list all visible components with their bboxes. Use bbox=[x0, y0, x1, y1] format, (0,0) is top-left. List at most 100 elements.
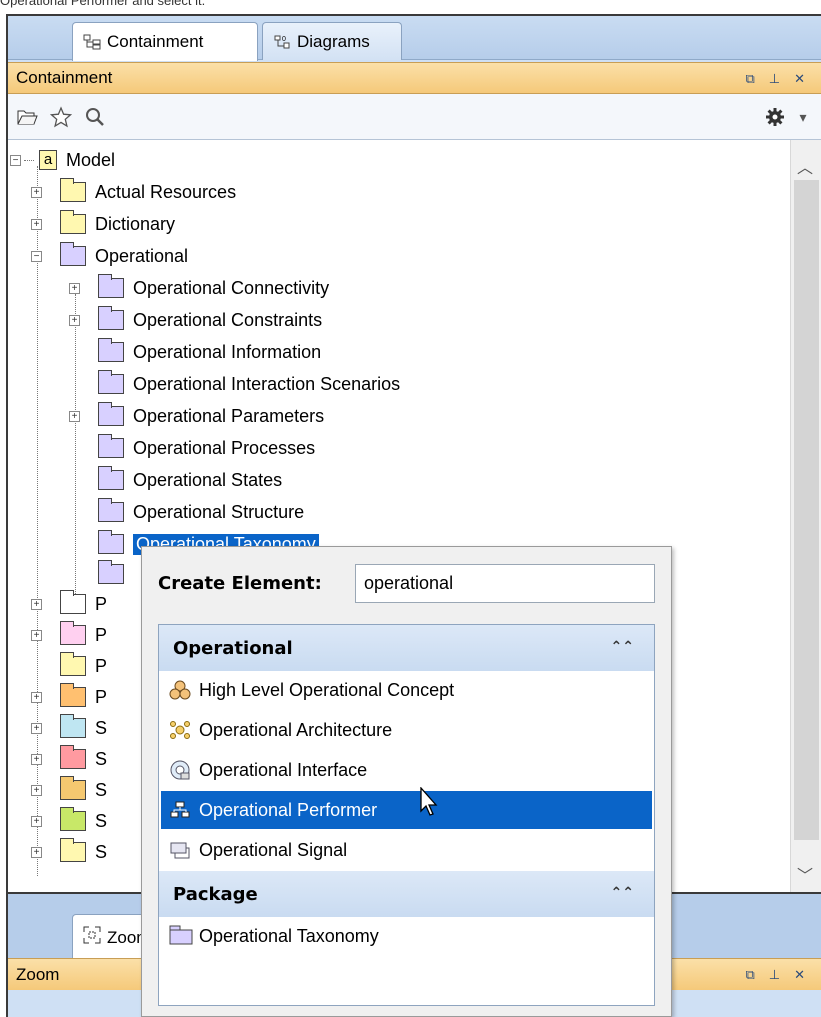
tree-row-dictionary[interactable]: + Dictionary bbox=[31, 210, 175, 238]
expand-toggle[interactable]: + bbox=[31, 186, 42, 198]
tree-row-operational[interactable]: − Operational bbox=[31, 242, 188, 270]
architecture-icon bbox=[169, 719, 191, 741]
expand-toggle[interactable]: + bbox=[69, 410, 80, 422]
expand-toggle[interactable]: + bbox=[31, 753, 42, 765]
package-icon bbox=[60, 178, 86, 202]
tree-row[interactable]: + P bbox=[31, 683, 107, 711]
pin-icon[interactable]: ⊥ bbox=[769, 967, 780, 983]
list-item-operational-signal[interactable]: Operational Signal bbox=[161, 831, 652, 869]
package-icon bbox=[60, 242, 86, 266]
tree-row-model[interactable]: − a Model bbox=[10, 146, 115, 174]
tree-row-operational-constraints[interactable]: + Operational Constraints bbox=[69, 306, 322, 334]
search-icon[interactable] bbox=[82, 104, 108, 130]
scroll-down-icon[interactable]: ﹀ bbox=[797, 862, 813, 886]
tree-row-operational-structure[interactable]: Operational Structure bbox=[98, 498, 304, 526]
group-package[interactable]: Package ⌃⌃ bbox=[159, 871, 654, 917]
tree-row[interactable]: + S bbox=[31, 838, 107, 866]
pin-icon[interactable]: ⊥ bbox=[769, 71, 780, 87]
tree-row-label: Actual Resources bbox=[95, 181, 237, 202]
expand-toggle[interactable]: + bbox=[31, 784, 42, 796]
expand-toggle[interactable]: + bbox=[31, 218, 42, 230]
performer-icon bbox=[169, 799, 191, 821]
expand-toggle[interactable]: + bbox=[31, 629, 42, 641]
restore-icon[interactable]: ⧉ bbox=[745, 967, 754, 983]
tree-connector bbox=[75, 294, 76, 614]
package-icon bbox=[98, 498, 124, 522]
package-icon bbox=[60, 210, 86, 234]
tree-scrollbar[interactable]: ︿ ﹀ bbox=[790, 140, 821, 892]
tree-row-label: P bbox=[95, 686, 108, 707]
list-item-operational-taxonomy[interactable]: Operational Taxonomy bbox=[161, 917, 652, 955]
tree-row-operational-information[interactable]: Operational Information bbox=[98, 338, 321, 366]
collapse-group-icon[interactable]: ⌃⌃ bbox=[611, 639, 634, 655]
model-icon: a bbox=[39, 150, 57, 170]
panel-title-text: Containment bbox=[16, 68, 113, 87]
tree-row-label: P bbox=[95, 624, 108, 645]
list-item-label: Operational Signal bbox=[199, 839, 348, 860]
expand-toggle[interactable]: + bbox=[31, 815, 42, 827]
tree-row-operational-connectivity[interactable]: + Operational Connectivity bbox=[69, 274, 329, 302]
create-element-popup: Create Element: Operational ⌃⌃ High Leve… bbox=[141, 546, 672, 1017]
tree-row-label: S bbox=[95, 717, 108, 738]
package-icon bbox=[60, 621, 86, 645]
tree-row[interactable]: + P bbox=[31, 590, 107, 618]
restore-icon[interactable]: ⧉ bbox=[745, 71, 754, 87]
tree-row-operational-states[interactable]: Operational States bbox=[98, 466, 282, 494]
containment-panel-title: Containment ⧉ ⊥ ✕ bbox=[8, 62, 821, 94]
package-icon bbox=[60, 652, 86, 676]
tree-row-actual-resources[interactable]: + Actual Resources bbox=[31, 178, 236, 206]
tree-row-operational-interaction-scenarios[interactable]: Operational Interaction Scenarios bbox=[98, 370, 400, 398]
expand-toggle[interactable]: + bbox=[31, 846, 42, 858]
expand-toggle[interactable]: + bbox=[31, 691, 42, 703]
list-item-operational-performer[interactable]: Operational Performer bbox=[161, 791, 652, 829]
gear-icon[interactable] bbox=[762, 104, 788, 130]
concept-icon bbox=[169, 679, 191, 701]
expand-toggle[interactable]: + bbox=[31, 598, 42, 610]
tree-row[interactable]: + S bbox=[31, 714, 107, 742]
close-icon[interactable]: ✕ bbox=[794, 967, 805, 983]
list-item-high-level-operational-concept[interactable]: High Level Operational Concept bbox=[161, 671, 652, 709]
tree-row-label: Operational Processes bbox=[133, 437, 316, 458]
expand-toggle[interactable]: + bbox=[69, 282, 80, 294]
tree-row-operational-parameters[interactable]: + Operational Parameters bbox=[69, 402, 324, 430]
zoom-title-text: Zoom bbox=[16, 964, 60, 984]
tree-row-new-package[interactable] bbox=[98, 560, 133, 588]
tab-containment[interactable]: Containment bbox=[72, 22, 258, 61]
tab-diagrams-label: Diagrams bbox=[297, 31, 370, 51]
tree-row-label: Operational Interaction Scenarios bbox=[133, 373, 401, 394]
collapse-group-icon[interactable]: ⌃⌃ bbox=[611, 885, 634, 901]
expand-toggle[interactable]: + bbox=[69, 314, 80, 326]
scroll-thumb[interactable] bbox=[794, 180, 819, 840]
tree-row[interactable]: + S bbox=[31, 807, 107, 835]
tree-row-label: P bbox=[95, 593, 108, 614]
expand-toggle[interactable]: + bbox=[31, 722, 42, 734]
list-item-operational-architecture[interactable]: Operational Architecture bbox=[161, 711, 652, 749]
tree-row[interactable]: P bbox=[60, 652, 107, 680]
list-item-label: High Level Operational Concept bbox=[199, 679, 455, 700]
group-operational[interactable]: Operational ⌃⌃ bbox=[159, 625, 654, 671]
package-icon bbox=[98, 402, 124, 426]
list-item-operational-interface[interactable]: Operational Interface bbox=[161, 751, 652, 789]
package-icon bbox=[98, 370, 124, 394]
package-icon bbox=[60, 590, 86, 614]
caption-text: Operational Performer and select it. bbox=[0, 0, 206, 8]
tree-row-operational-processes[interactable]: Operational Processes bbox=[98, 434, 315, 462]
tree-row-label: S bbox=[95, 841, 108, 862]
collapse-toggle[interactable]: − bbox=[31, 250, 42, 262]
star-icon[interactable] bbox=[48, 104, 74, 130]
tree-row[interactable]: + P bbox=[31, 621, 107, 649]
package-icon bbox=[60, 776, 86, 800]
tree-row-label: S bbox=[95, 779, 108, 800]
collapse-toggle[interactable]: − bbox=[10, 154, 21, 166]
tree-row[interactable]: + S bbox=[31, 776, 107, 804]
list-item-label: Operational Architecture bbox=[199, 719, 393, 740]
close-icon[interactable]: ✕ bbox=[794, 71, 805, 87]
browser-tab-strip: Containment 0 Diagrams bbox=[8, 16, 821, 61]
list-item-label: Operational Interface bbox=[199, 759, 368, 780]
create-element-input[interactable] bbox=[355, 564, 655, 603]
scroll-up-icon[interactable]: ︿ bbox=[797, 154, 813, 178]
tree-row[interactable]: + S bbox=[31, 745, 107, 773]
chevron-down-icon[interactable]: ▾ bbox=[790, 104, 816, 130]
tab-diagrams[interactable]: 0 Diagrams bbox=[262, 22, 402, 60]
open-icon[interactable] bbox=[14, 104, 40, 130]
